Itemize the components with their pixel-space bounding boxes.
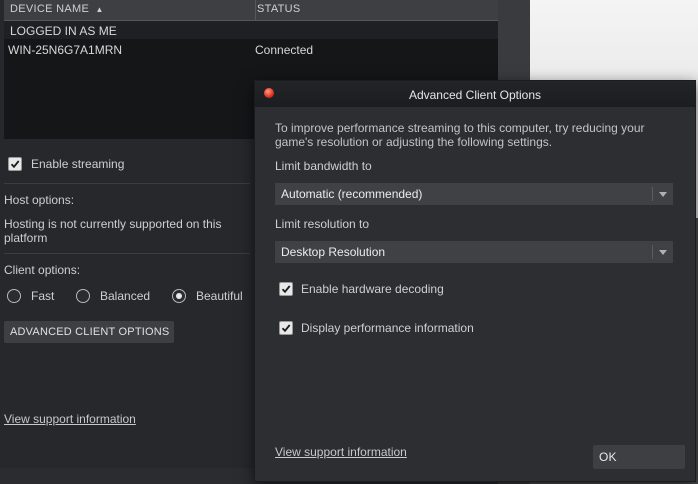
resolution-dropdown[interactable]: Desktop Resolution [275, 241, 673, 263]
dialog-titlebar[interactable]: Advanced Client Options [255, 81, 695, 107]
device-name-column-header[interactable]: DEVICE NAME ▲ [10, 3, 104, 15]
checkmark-icon [10, 160, 20, 169]
table-row[interactable]: WIN-25N6G7A1MRN Connected [4, 40, 498, 60]
view-support-information-link[interactable]: View support information [4, 412, 136, 426]
performance-info-checkbox[interactable] [279, 321, 293, 335]
column-divider [255, 0, 256, 20]
dropdown-divider [652, 187, 653, 201]
dialog-title: Advanced Client Options [408, 88, 542, 102]
advanced-client-options-button[interactable]: ADVANCED CLIENT OPTIONS [4, 321, 174, 343]
performance-info-label: Display performance information [301, 321, 474, 335]
devices-table-header: DEVICE NAME ▲ STATUS [4, 0, 498, 21]
bandwidth-dropdown[interactable]: Automatic (recommended) [275, 183, 673, 205]
table-group-row: LOGGED IN AS ME [4, 21, 498, 39]
status-column-header[interactable]: STATUS [257, 3, 301, 15]
resolution-value: Desktop Resolution [281, 245, 386, 259]
group-label: LOGGED IN AS ME [10, 24, 117, 38]
advanced-client-options-dialog: Advanced Client Options To improve perfo… [254, 80, 696, 482]
device-name-cell: WIN-25N6G7A1MRN [8, 43, 123, 57]
client-options-label: Client options: [4, 263, 81, 277]
bandwidth-value: Automatic (recommended) [281, 187, 423, 201]
radio-balanced[interactable] [76, 289, 90, 303]
dialog-description: To improve performance streaming to this… [275, 121, 645, 149]
host-options-label: Host options: [4, 193, 75, 207]
enable-streaming-label: Enable streaming [31, 157, 125, 171]
enable-streaming-checkbox[interactable] [8, 157, 22, 171]
checkmark-icon [281, 324, 291, 333]
hardware-decoding-checkbox[interactable] [279, 282, 293, 296]
radio-fast[interactable] [7, 289, 21, 303]
advanced-client-options-label: ADVANCED CLIENT OPTIONS [10, 326, 170, 338]
checkmark-icon [281, 285, 291, 294]
ok-button-label: OK [599, 450, 617, 464]
divider [4, 183, 250, 184]
sort-ascending-icon: ▲ [95, 5, 104, 14]
device-name-column-label: DEVICE NAME [10, 3, 90, 15]
ok-button[interactable]: OK [593, 445, 685, 469]
dialog-view-support-information-link[interactable]: View support information [275, 445, 407, 459]
radio-fast-label: Fast [31, 289, 55, 303]
bandwidth-label: Limit bandwidth to [275, 159, 372, 173]
chevron-down-icon [659, 192, 667, 197]
resolution-label: Limit resolution to [275, 217, 370, 231]
radio-balanced-label: Balanced [100, 289, 151, 303]
status-cell: Connected [255, 43, 314, 57]
host-options-note: Hosting is not currently supported on th… [4, 217, 222, 245]
divider [4, 253, 250, 254]
radio-beautiful[interactable] [172, 289, 186, 303]
chevron-down-icon [659, 250, 667, 255]
dropdown-divider [652, 245, 653, 259]
radio-beautiful-label: Beautiful [196, 289, 243, 303]
hardware-decoding-label: Enable hardware decoding [301, 282, 444, 296]
